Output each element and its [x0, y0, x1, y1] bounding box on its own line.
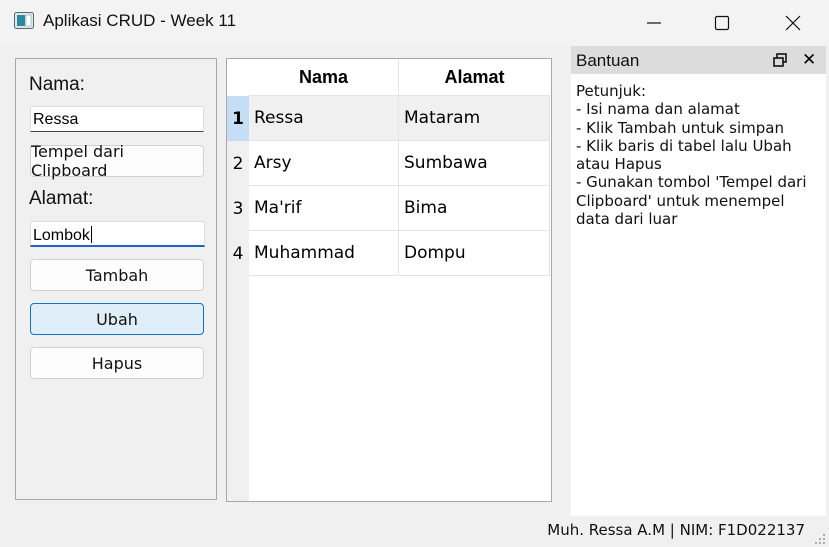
cell-nama[interactable]: Ma'rif — [249, 186, 399, 231]
nama-input-value: Ressa — [33, 111, 79, 128]
row-header[interactable]: 2 — [227, 141, 249, 186]
form-panel: Nama: Ressa Tempel dari Clipboard Alamat… — [15, 58, 217, 500]
table-row[interactable]: 2 Arsy Sumbawa — [227, 141, 551, 186]
table-row[interactable]: 3 Ma'rif Bima — [227, 186, 551, 231]
main-window: Aplikasi CRUD - Week 11 Nama: Ressa Temp… — [0, 0, 829, 547]
text-caret — [90, 226, 92, 243]
help-line: - Gunakan tombol 'Tempel dari Clipboard'… — [576, 173, 812, 229]
cell-nama[interactable]: Ressa — [249, 96, 399, 141]
paste-clipboard-button[interactable]: Tempel dari Clipboard — [30, 142, 204, 180]
table-row[interactable]: 1 Ressa Mataram — [227, 96, 551, 141]
cell-nama[interactable]: Muhammad — [249, 231, 399, 276]
nama-input[interactable]: Ressa — [30, 106, 204, 132]
minimize-button[interactable] — [619, 0, 689, 46]
update-button[interactable]: Ubah — [30, 303, 204, 335]
window-title: Aplikasi CRUD - Week 11 — [43, 11, 237, 30]
dock-title: Bantuan — [576, 51, 640, 70]
help-line: - Klik Tambah untuk simpan — [576, 118, 784, 137]
column-header-alamat[interactable]: Alamat — [399, 59, 550, 96]
help-line: - Isi nama dan alamat — [576, 100, 740, 119]
dock-title-bar[interactable]: Bantuan ✕ — [571, 46, 826, 74]
float-dock-icon[interactable] — [773, 53, 787, 67]
cell-alamat[interactable]: Mataram — [399, 96, 550, 141]
close-button[interactable] — [758, 0, 828, 46]
help-line: - Klik baris di tabel lalu Ubah atau Hap… — [576, 136, 797, 174]
alamat-input-value: Lombok — [33, 227, 90, 244]
cell-alamat[interactable]: Bima — [399, 186, 550, 231]
row-header[interactable]: 4 — [227, 231, 249, 276]
status-bar-text: Muh. Ressa A.M | NIM: F1D022137 — [547, 521, 805, 539]
table-corner-button[interactable] — [227, 59, 249, 96]
minimize-icon — [647, 22, 661, 24]
table-row[interactable]: 4 Muhammad Dompu — [227, 231, 551, 276]
cell-nama[interactable]: Arsy — [249, 141, 399, 186]
data-table[interactable]: Nama Alamat 1 Ressa Mataram 2 Arsy Sumba… — [226, 58, 552, 502]
app-icon — [14, 12, 34, 29]
row-header[interactable]: 3 — [227, 186, 249, 231]
delete-button[interactable]: Hapus — [30, 347, 204, 379]
title-bar[interactable]: Aplikasi CRUD - Week 11 — [0, 0, 829, 46]
maximize-icon — [714, 15, 730, 31]
cell-alamat[interactable]: Dompu — [399, 231, 550, 276]
nama-label: Nama: — [29, 74, 85, 95]
column-header-nama[interactable]: Nama — [249, 59, 399, 96]
alamat-label: Alamat: — [29, 188, 94, 209]
add-button[interactable]: Tambah — [30, 259, 204, 291]
alamat-input[interactable]: Lombok — [30, 221, 205, 247]
cell-alamat[interactable]: Sumbawa — [399, 141, 550, 186]
help-text: Petunjuk: - Isi nama dan alamat - Klik T… — [576, 82, 822, 228]
close-icon — [785, 15, 801, 31]
resize-grip-icon[interactable] — [814, 533, 826, 545]
row-header[interactable]: 1 — [227, 96, 249, 141]
help-dock: Bantuan ✕ Petunjuk: - Isi nama dan alama… — [571, 46, 826, 516]
close-dock-icon[interactable]: ✕ — [802, 51, 816, 69]
maximize-button[interactable] — [687, 0, 757, 46]
help-line: Petunjuk: — [576, 82, 647, 100]
